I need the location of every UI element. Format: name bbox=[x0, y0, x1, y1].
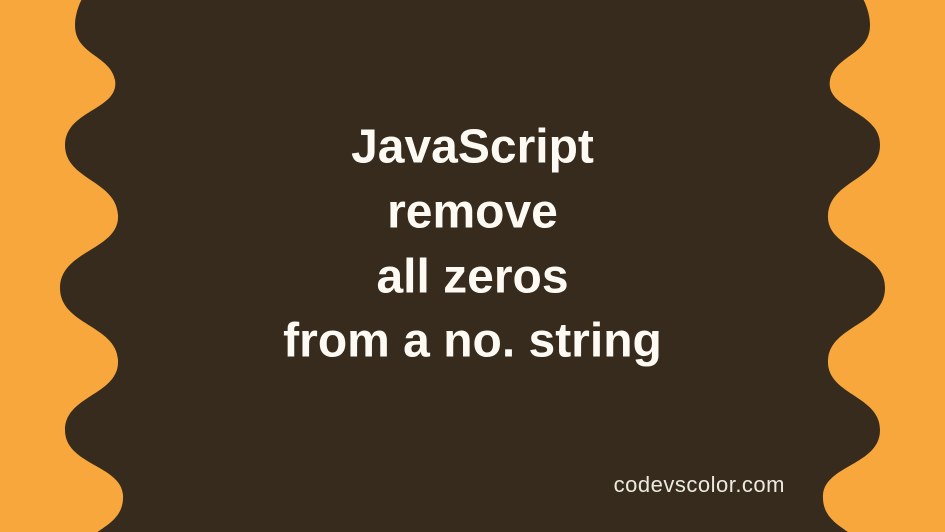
banner-title: JavaScript remove all zeros from a no. s… bbox=[133, 116, 813, 375]
title-line-3: all zeros bbox=[133, 245, 813, 310]
title-line-1: JavaScript bbox=[133, 116, 813, 181]
title-line-2: remove bbox=[133, 180, 813, 245]
site-watermark: codevscolor.com bbox=[614, 472, 785, 498]
title-line-4: from a no. string bbox=[133, 310, 813, 375]
banner-graphic: JavaScript remove all zeros from a no. s… bbox=[0, 0, 945, 532]
